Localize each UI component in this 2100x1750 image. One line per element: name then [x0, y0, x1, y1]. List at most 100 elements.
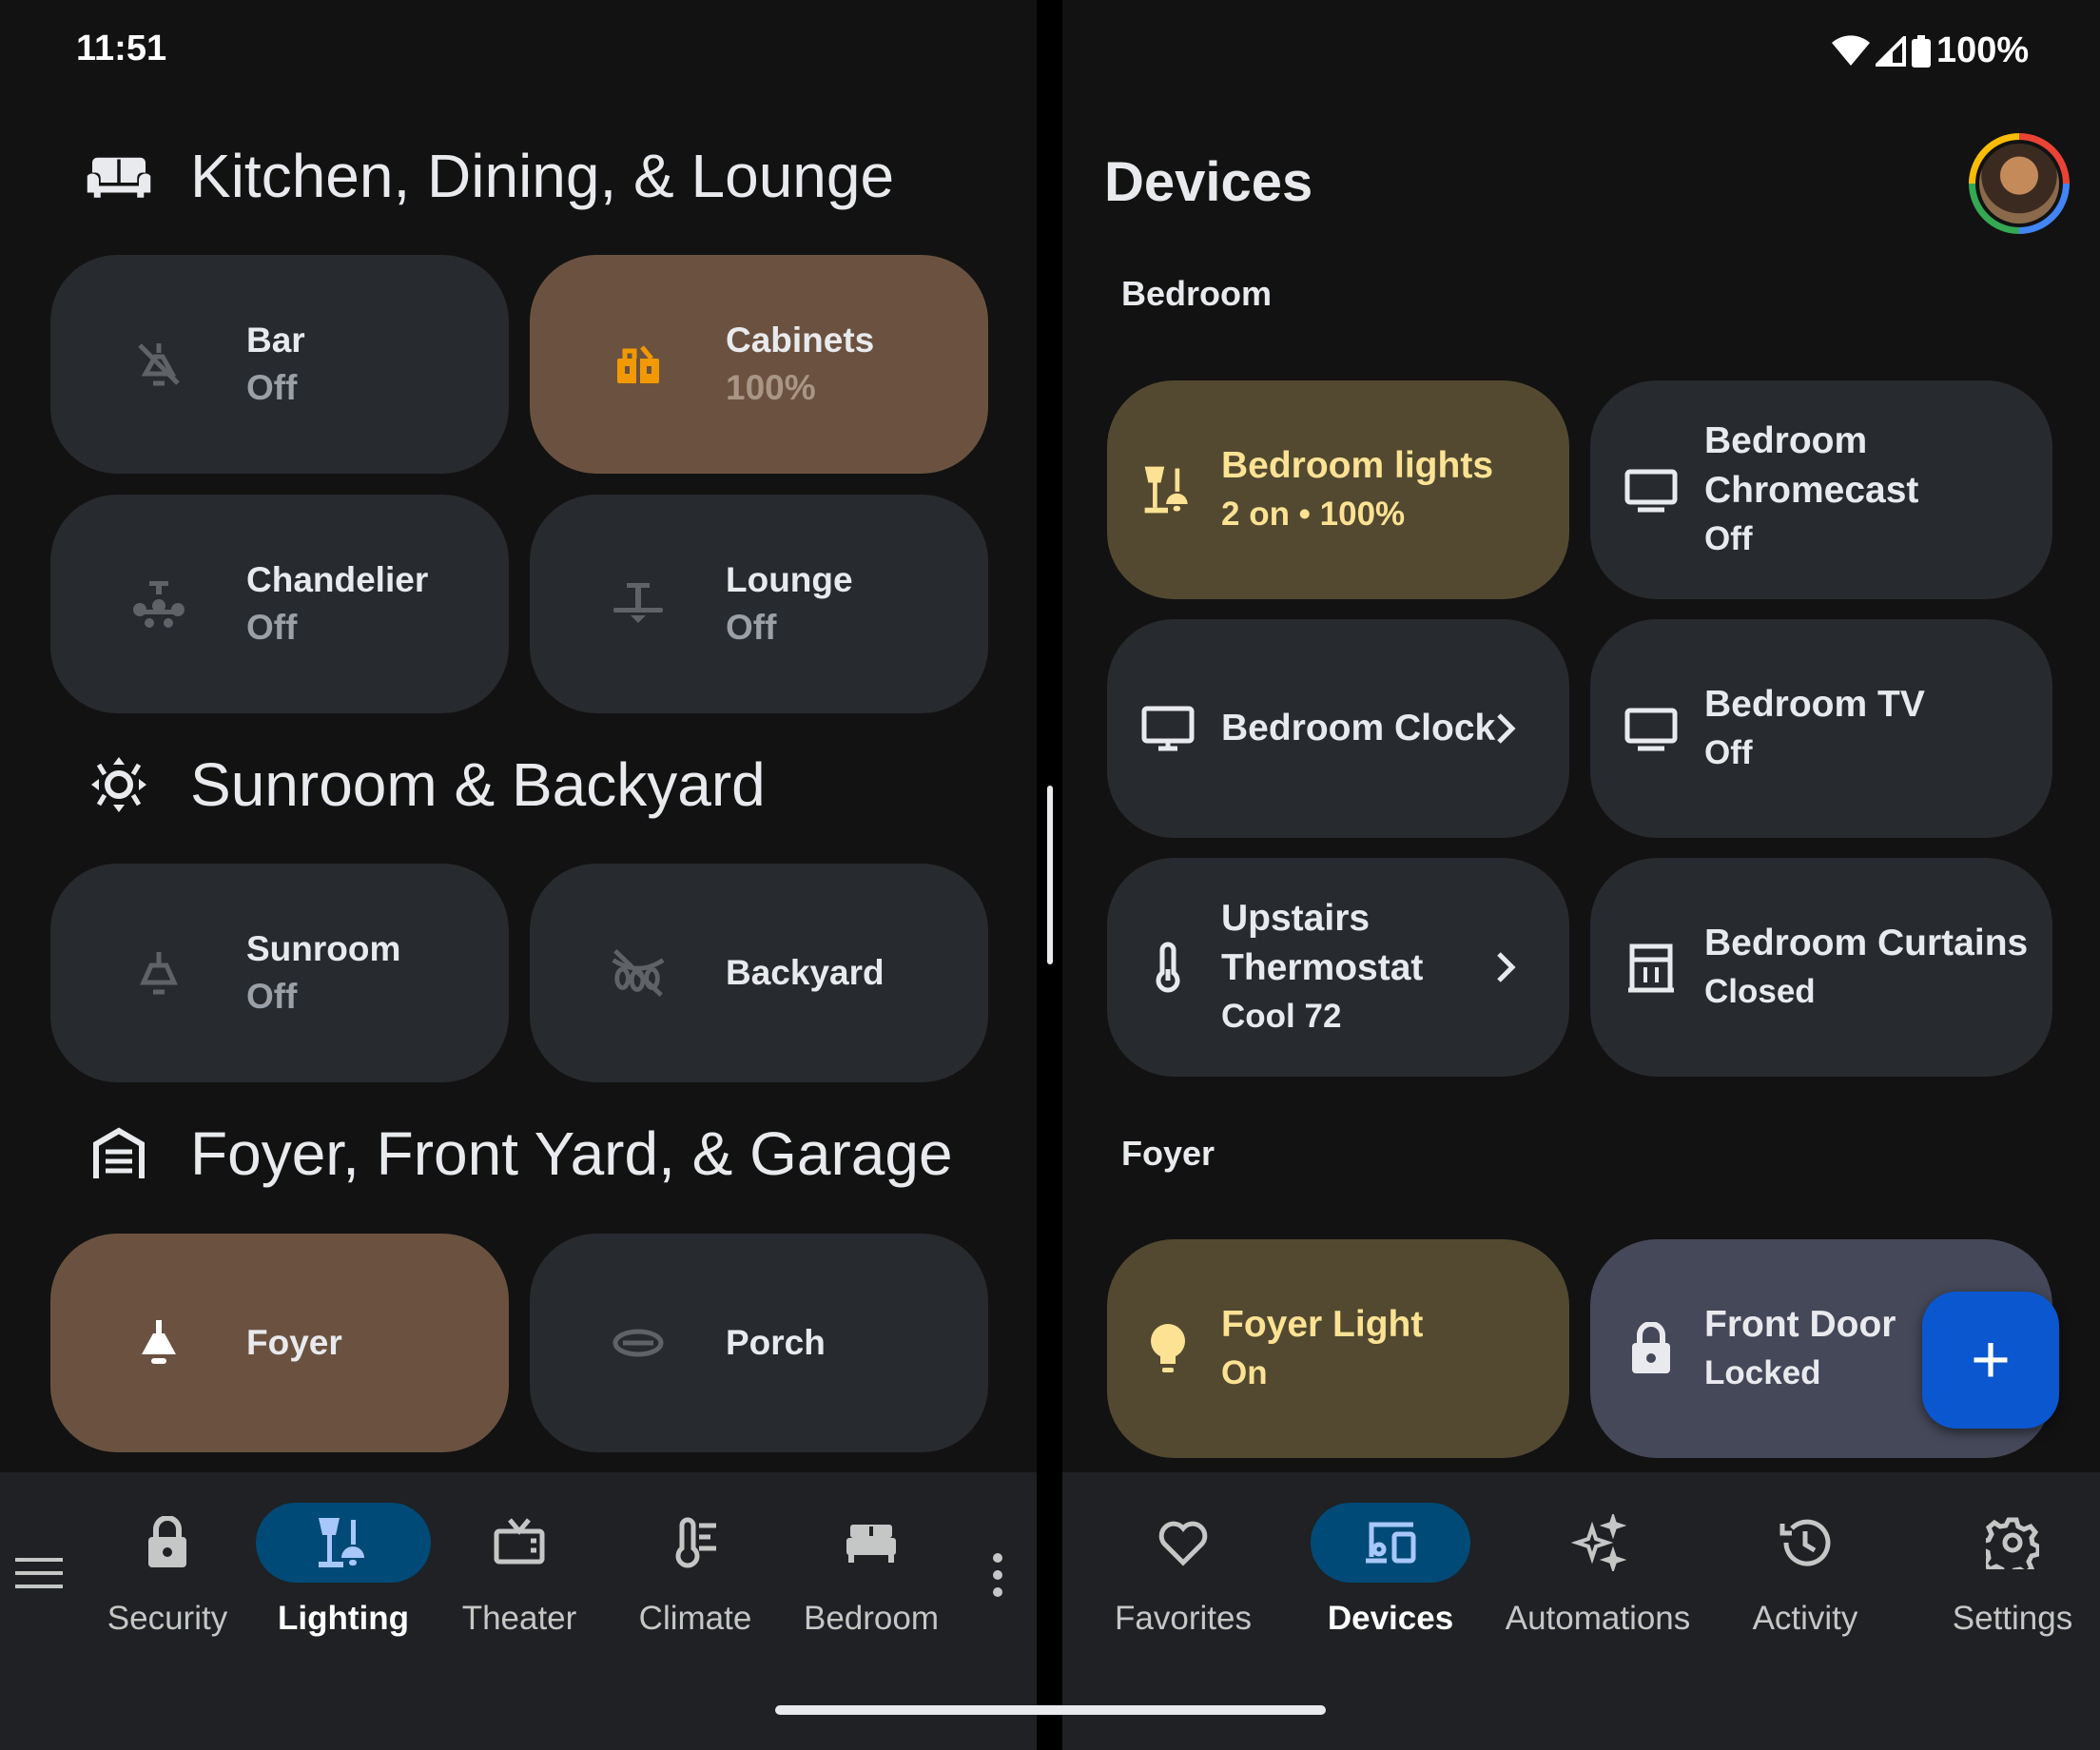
page-title: Devices — [1104, 151, 1313, 213]
pendant-light-icon — [130, 1314, 187, 1371]
lighting-pane: 11:51 Kitchen, Dining, & Lounge Bar Off … — [0, 0, 1037, 1750]
nav-settings[interactable]: Settings — [1927, 1472, 2098, 1638]
tile-state: Off — [1704, 520, 1753, 557]
section-title-text: Sunroom & Backyard — [190, 750, 766, 819]
status-icons: 100% — [1832, 30, 2029, 71]
nav-lighting[interactable]: Lighting — [256, 1472, 431, 1638]
string-lights-off-icon — [610, 944, 667, 1001]
signal-icon — [1876, 35, 1906, 67]
tv-icon — [432, 1503, 607, 1583]
tile-state: On — [1221, 1354, 1268, 1391]
devices-icon — [1311, 1503, 1470, 1583]
nav-label: Automations — [1505, 1600, 1691, 1637]
tile-name: Bedroom Chromecast — [1704, 420, 1919, 511]
cabinet-light-icon — [610, 336, 667, 393]
nav-label: Theater — [461, 1600, 577, 1637]
room-label-foyer: Foyer — [1121, 1134, 1215, 1173]
nav-label: Activity — [1752, 1600, 1858, 1637]
flush-mount-light-icon — [610, 1314, 667, 1371]
chevron-right-icon — [1488, 710, 1526, 748]
tile-bedroom-lights[interactable]: Bedroom lights 2 on • 100% — [1107, 380, 1569, 599]
avatar[interactable] — [1969, 133, 2070, 234]
battery-percent: 100% — [1936, 30, 2030, 70]
add-fab-button[interactable]: + — [1922, 1292, 2059, 1429]
tile-lounge[interactable]: Lounge Off — [530, 495, 988, 713]
nav-devices[interactable]: Devices — [1305, 1472, 1476, 1638]
tile-state: 2 on • 100% — [1221, 496, 1406, 533]
nav-label: Lighting — [277, 1600, 409, 1637]
ceiling-fan-light-icon — [610, 575, 667, 632]
tile-bedroom-tv[interactable]: Bedroom TV Off — [1590, 619, 2052, 838]
tile-state: Closed — [1704, 973, 1816, 1010]
wifi-icon — [1832, 34, 1870, 66]
pendant-light-icon — [130, 336, 187, 393]
tile-upstairs-thermostat[interactable]: Upstairs Thermostat Cool 72 — [1107, 858, 1569, 1077]
garage-icon — [86, 1120, 152, 1187]
battery-icon — [1912, 34, 1931, 68]
history-icon — [1718, 1503, 1893, 1583]
sparkle-icon — [1510, 1503, 1685, 1583]
sofa-icon — [86, 143, 152, 209]
menu-icon[interactable] — [15, 1554, 65, 1597]
tile-foyer-light[interactable]: Foyer Light On — [1107, 1239, 1569, 1458]
more-vert-icon[interactable] — [991, 1552, 1004, 1603]
lighting-icon — [256, 1503, 431, 1583]
tile-name: Front Door — [1704, 1304, 1896, 1345]
lock-icon — [80, 1503, 255, 1583]
nav-bedroom[interactable]: Bedroom — [786, 1472, 957, 1638]
tile-name: Upstairs Thermostat — [1221, 898, 1424, 988]
tile-state: Off — [246, 977, 298, 1016]
gear-icon — [1925, 1503, 2100, 1583]
tile-name: Backyard — [726, 953, 885, 992]
tile-bedroom-curtains[interactable]: Bedroom Curtains Closed — [1590, 858, 2052, 1077]
display-icon — [1623, 461, 1680, 518]
tile-name: Porch — [726, 1323, 826, 1362]
nav-climate[interactable]: Climate — [610, 1472, 781, 1638]
thermometer-icon — [1139, 939, 1196, 996]
tile-name: Bar — [246, 321, 305, 360]
nav-label: Settings — [1952, 1600, 2073, 1637]
nav-automations[interactable]: Automations — [1506, 1472, 1690, 1638]
display-icon — [1623, 700, 1680, 757]
nav-favorites[interactable]: Favorites — [1098, 1472, 1269, 1638]
tile-state: Off — [246, 368, 298, 407]
monitor-icon — [1139, 700, 1196, 757]
split-divider-handle[interactable] — [1047, 786, 1053, 964]
nav-security[interactable]: Security — [82, 1472, 253, 1638]
tile-cabinets[interactable]: Cabinets 100% — [530, 255, 988, 474]
tile-name: Bedroom TV — [1704, 684, 1925, 725]
tile-state: Off — [246, 608, 298, 647]
nav-label: Bedroom — [803, 1600, 940, 1637]
tile-name: Foyer — [246, 1323, 342, 1362]
tile-bedroom-chromecast[interactable]: Bedroom Chromecast Off — [1590, 380, 2052, 599]
tile-chandelier[interactable]: Chandelier Off — [50, 495, 509, 713]
thermometer-icon — [608, 1503, 783, 1583]
tile-state: Locked — [1704, 1354, 1821, 1391]
tile-name: Bedroom Curtains — [1704, 923, 2029, 963]
bulb-icon — [1139, 1320, 1196, 1377]
tile-sunroom[interactable]: Sunroom Off — [50, 864, 509, 1082]
section-title-kitchen: Kitchen, Dining, & Lounge — [86, 141, 894, 211]
tile-name: Bedroom Clock — [1221, 708, 1496, 749]
tile-bedroom-clock[interactable]: Bedroom Clock — [1107, 619, 1569, 838]
plus-icon: + — [1970, 1322, 2012, 1398]
gesture-bar[interactable] — [775, 1705, 1326, 1715]
tile-name: Cabinets — [726, 321, 875, 360]
ceiling-light-icon — [130, 944, 187, 1001]
tile-state: Cool 72 — [1221, 998, 1342, 1035]
status-time: 11:51 — [76, 29, 167, 68]
tile-bar[interactable]: Bar Off — [50, 255, 509, 474]
bed-icon — [784, 1503, 959, 1583]
nav-theater[interactable]: Theater — [434, 1472, 605, 1638]
chandelier-icon — [130, 575, 187, 632]
section-title-text: Foyer, Front Yard, & Garage — [190, 1119, 953, 1188]
tile-foyer[interactable]: Foyer — [50, 1234, 509, 1452]
nav-activity[interactable]: Activity — [1720, 1472, 1891, 1638]
tile-backyard[interactable]: Backyard — [530, 864, 988, 1082]
chevron-right-icon — [1488, 948, 1526, 986]
tile-porch[interactable]: Porch — [530, 1234, 988, 1452]
sun-icon — [86, 751, 152, 818]
curtains-icon — [1623, 939, 1680, 996]
section-title-text: Kitchen, Dining, & Lounge — [190, 142, 895, 210]
heart-icon — [1096, 1503, 1271, 1583]
